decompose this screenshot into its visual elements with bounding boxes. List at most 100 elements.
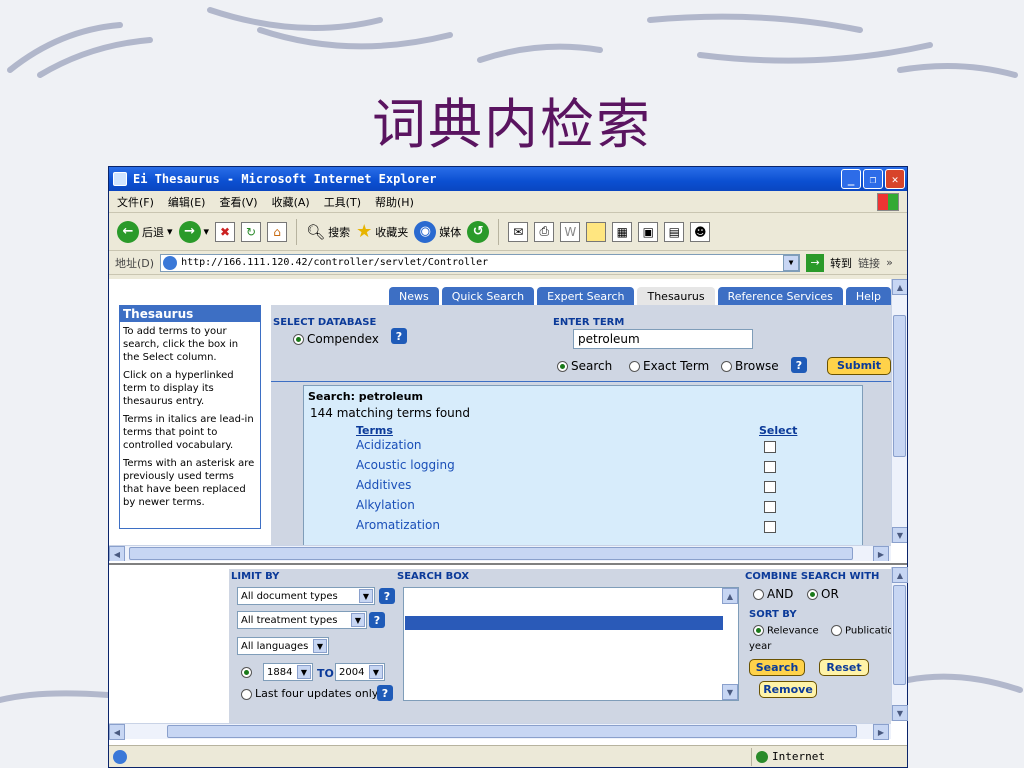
term-link[interactable]: Acidization xyxy=(356,438,422,452)
windows-logo-icon xyxy=(877,192,899,211)
year-range-radio[interactable] xyxy=(241,667,252,678)
tab-thesaurus[interactable]: Thesaurus xyxy=(637,287,715,305)
home-icon[interactable]: ⌂ xyxy=(267,221,288,242)
chevron-right-icon[interactable]: » xyxy=(886,256,893,269)
scroll-down-icon[interactable]: ▼ xyxy=(892,527,907,543)
tab-expert-search[interactable]: Expert Search xyxy=(537,287,635,305)
go-button[interactable]: 转到 xyxy=(830,255,852,271)
address-dropdown-icon[interactable]: ▼ xyxy=(783,254,800,271)
mode-browse-option[interactable]: Browse xyxy=(721,359,779,373)
doc-types-select[interactable]: All document types ▼ xyxy=(237,587,375,605)
scroll-thumb[interactable] xyxy=(893,585,906,685)
scroll-thumb[interactable] xyxy=(129,547,853,560)
scroll-down-icon[interactable]: ▼ xyxy=(722,684,738,700)
term-link[interactable]: Alkylation xyxy=(356,498,415,512)
mode-search-option[interactable]: Search xyxy=(557,359,612,373)
search-button[interactable]: 🔍︎ 搜索 xyxy=(306,223,350,241)
scroll-up-icon[interactable]: ▲ xyxy=(892,279,907,295)
bottom-horizontal-scrollbar[interactable]: ◀ ▶ xyxy=(109,723,891,740)
menu-help[interactable]: 帮助(H) xyxy=(375,194,414,210)
scroll-left-icon[interactable]: ◀ xyxy=(109,546,125,561)
combine-or-option[interactable]: OR xyxy=(807,587,839,601)
term-link[interactable]: Aromatization xyxy=(356,518,440,532)
scroll-right-icon[interactable]: ▶ xyxy=(873,546,889,561)
scroll-thumb[interactable] xyxy=(893,315,906,457)
back-dropdown-icon[interactable]: ▾ xyxy=(167,225,173,238)
close-button[interactable]: ✕ xyxy=(885,169,905,189)
top-horizontal-scrollbar[interactable]: ◀ ▶ xyxy=(109,545,891,561)
sort-publication-option[interactable]: Publication xyxy=(831,625,891,637)
mail-icon[interactable]: ✉ xyxy=(508,221,529,242)
mode-help-icon[interactable]: ? xyxy=(791,357,807,373)
scroll-up-icon[interactable]: ▲ xyxy=(892,567,908,583)
updates-help-icon[interactable]: ? xyxy=(377,685,393,701)
term-link[interactable]: Acoustic logging xyxy=(356,458,455,472)
term-checkbox[interactable] xyxy=(764,441,776,453)
refresh-icon[interactable]: ↻ xyxy=(241,221,262,242)
stop-icon[interactable]: ✖ xyxy=(215,221,236,242)
treatment-help-icon[interactable]: ? xyxy=(369,612,385,628)
year-to-select[interactable]: 2004 ▼ xyxy=(335,663,385,681)
term-input[interactable]: petroleum xyxy=(573,329,753,349)
results-box: Search: petroleum 144 matching terms fou… xyxy=(303,385,863,555)
forward-button[interactable]: → ▾ xyxy=(178,220,210,243)
favorites-button[interactable]: ★ 收藏夹 xyxy=(356,221,408,242)
search-button[interactable]: Search xyxy=(749,659,805,676)
term-checkbox[interactable] xyxy=(764,481,776,493)
address-field[interactable]: http://166.111.120.42/controller/servlet… xyxy=(160,253,801,272)
tab-news[interactable]: News xyxy=(389,287,439,305)
menu-tools[interactable]: 工具(T) xyxy=(324,194,361,210)
messenger-icon[interactable]: ▣ xyxy=(638,221,659,242)
menu-edit[interactable]: 编辑(E) xyxy=(168,194,206,210)
discuss-icon[interactable] xyxy=(586,221,607,242)
go-arrow-icon[interactable]: → xyxy=(806,253,825,272)
term-checkbox[interactable] xyxy=(764,521,776,533)
book-icon[interactable]: ▤ xyxy=(664,221,685,242)
term-checkbox[interactable] xyxy=(764,461,776,473)
tab-quick-search[interactable]: Quick Search xyxy=(441,287,535,305)
menu-favorites[interactable]: 收藏(A) xyxy=(272,194,310,210)
menu-view[interactable]: 查看(V) xyxy=(219,194,257,210)
database-name: Compendex xyxy=(307,332,379,346)
languages-select[interactable]: All languages ▼ xyxy=(237,637,329,655)
doc-types-help-icon[interactable]: ? xyxy=(379,588,395,604)
minimize-button[interactable]: _ xyxy=(841,169,861,189)
research-icon[interactable]: ▦ xyxy=(612,221,633,242)
menu-file[interactable]: 文件(F) xyxy=(117,194,154,210)
media-button[interactable]: ◉ 媒体 xyxy=(414,220,461,243)
submit-button[interactable]: Submit xyxy=(827,357,891,375)
sort-relevance-option[interactable]: Relevance xyxy=(753,625,819,637)
reset-button[interactable]: Reset xyxy=(819,659,869,676)
window-title: Ei Thesaurus - Microsoft Internet Explor… xyxy=(133,172,437,186)
treatment-types-select[interactable]: All treatment types ▼ xyxy=(237,611,367,629)
users-icon[interactable]: ☻ xyxy=(690,221,711,242)
combine-and-option[interactable]: AND xyxy=(753,587,793,601)
scroll-right-icon[interactable]: ▶ xyxy=(873,724,889,740)
tab-reference-services[interactable]: Reference Services xyxy=(717,287,843,305)
bottom-vertical-scrollbar[interactable]: ▲ ▼ xyxy=(891,567,908,721)
links-label[interactable]: 链接 xyxy=(858,255,880,271)
history-icon[interactable]: ↺ xyxy=(467,220,490,243)
remove-button[interactable]: Remove xyxy=(759,681,817,698)
forward-dropdown-icon[interactable]: ▾ xyxy=(204,225,210,238)
restore-button[interactable]: ❐ xyxy=(863,169,883,189)
scroll-up-icon[interactable]: ▲ xyxy=(722,588,738,604)
back-button[interactable]: ← 后退 ▾ xyxy=(117,220,173,243)
top-vertical-scrollbar[interactable]: ▲ ▼ xyxy=(891,279,907,543)
tab-help[interactable]: Help xyxy=(845,287,891,305)
scroll-down-icon[interactable]: ▼ xyxy=(892,705,908,721)
radio-icon xyxy=(753,589,764,600)
database-compendex-option[interactable]: Compendex xyxy=(293,332,379,346)
scroll-thumb[interactable] xyxy=(167,725,857,738)
last-updates-option[interactable]: Last four updates only xyxy=(241,687,378,700)
edit-icon[interactable]: W xyxy=(560,221,581,242)
search-box-textarea[interactable]: ▲ ▼ xyxy=(403,587,739,701)
scroll-left-icon[interactable]: ◀ xyxy=(109,724,125,740)
sidebar-text: Terms with an asterisk are previously us… xyxy=(123,458,255,508)
database-help-icon[interactable]: ? xyxy=(391,328,407,344)
term-link[interactable]: Additives xyxy=(356,478,411,492)
year-from-select[interactable]: 1884 ▼ xyxy=(263,663,313,681)
term-checkbox[interactable] xyxy=(764,501,776,513)
mode-exact-term-option[interactable]: Exact Term xyxy=(629,359,709,373)
print-icon[interactable]: ⎙ xyxy=(534,221,555,242)
